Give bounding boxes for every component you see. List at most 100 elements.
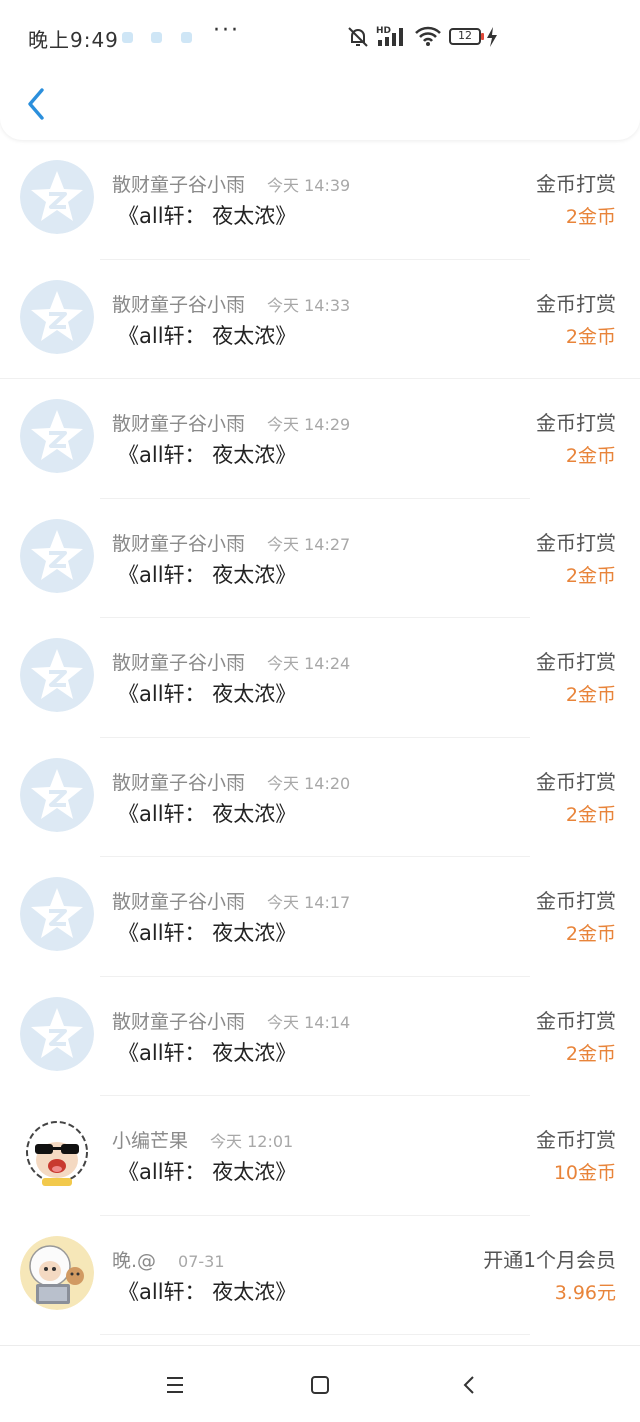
notification-icon bbox=[151, 32, 162, 43]
record-time: 今天 12:01 bbox=[210, 1132, 294, 1151]
svg-text:HD: HD bbox=[376, 26, 391, 36]
status-bar: 晚上9:49 ··· HD 12 bbox=[0, 0, 640, 76]
reward-amount: 2金币 bbox=[565, 684, 616, 706]
sender-name[interactable]: 小编芒果 bbox=[112, 1130, 188, 1152]
signal-icon: HD bbox=[376, 26, 403, 46]
system-nav-bar bbox=[0, 1345, 640, 1422]
wifi-icon bbox=[415, 26, 441, 46]
sender-name[interactable]: 晚.@ bbox=[112, 1250, 156, 1272]
sender-line: 散财童子谷小雨 今天 14:24 bbox=[112, 648, 350, 675]
record-time: 今天 14:17 bbox=[267, 893, 351, 912]
reward-type: 金币打赏 bbox=[536, 172, 616, 196]
work-title: 《all轩： 夜太浓》 bbox=[118, 801, 297, 826]
sender-line: 散财童子谷小雨 今天 14:29 bbox=[112, 409, 350, 436]
divider bbox=[100, 1334, 530, 1335]
record-time: 今天 14:39 bbox=[267, 176, 351, 195]
reward-amount: 10金币 bbox=[553, 1162, 616, 1184]
record-time: 今天 14:20 bbox=[267, 773, 351, 793]
sender-line: 散财童子谷小雨 今天 14:27 bbox=[112, 529, 350, 556]
qzone-star-icon[interactable] bbox=[20, 877, 94, 951]
qzone-star-icon[interactable] bbox=[20, 757, 94, 832]
work-title: 《all轩： 夜太浓》 bbox=[118, 204, 297, 228]
reward-amount: 2金币 bbox=[565, 803, 616, 826]
notification-icon bbox=[181, 32, 192, 43]
sender-name[interactable]: 散财童子谷小雨 bbox=[112, 652, 245, 674]
qzone-star-icon[interactable] bbox=[20, 638, 94, 712]
record-time: 今天 14:27 bbox=[267, 534, 351, 554]
notification-icon bbox=[122, 32, 133, 43]
sender-line: 小编芒果 今天 12:01 bbox=[112, 1126, 293, 1153]
reward-type: 开通1个月会员 bbox=[483, 1247, 616, 1272]
back-nav-icon[interactable] bbox=[455, 1370, 485, 1400]
top-bar: 晚上9:49 ··· HD 12 bbox=[0, 0, 640, 140]
qzone-star-icon[interactable] bbox=[20, 518, 94, 593]
sender-name[interactable]: 散财童子谷小雨 bbox=[112, 772, 245, 794]
sender-name[interactable]: 散财童子谷小雨 bbox=[112, 891, 245, 913]
record-time: 07-31 bbox=[178, 1251, 225, 1271]
work-title: 《all轩： 夜太浓》 bbox=[118, 443, 297, 467]
record-row[interactable]: 散财童子谷小雨 今天 14:27 《all轩： 夜太浓》 金币打赏 2金币 bbox=[0, 499, 640, 618]
record-time: 今天 14:24 bbox=[267, 654, 351, 673]
sender-name[interactable]: 散财童子谷小雨 bbox=[112, 1011, 245, 1033]
reward-type: 金币打赏 bbox=[536, 1008, 616, 1033]
record-row[interactable]: 散财童子谷小雨 今天 14:24 《all轩： 夜太浓》 金币打赏 2金币 bbox=[0, 618, 640, 738]
reward-type: 金币打赏 bbox=[536, 530, 616, 555]
qzone-star-icon[interactable] bbox=[20, 160, 94, 234]
reward-records-list: 散财童子谷小雨 今天 14:39 《all轩： 夜太浓》 金币打赏 2金币 散财童子谷小雨… bbox=[0, 140, 640, 1335]
reward-amount: 2金币 bbox=[565, 325, 616, 348]
record-row[interactable]: 散财童子谷小雨 今天 14:17 《all轩： 夜太浓》 金币打赏 2金币 bbox=[0, 857, 640, 977]
reward-amount: 2金币 bbox=[565, 445, 616, 467]
reward-amount: 2金币 bbox=[565, 1042, 616, 1065]
battery-level: 12 bbox=[458, 29, 472, 42]
record-time: 今天 14:29 bbox=[267, 415, 351, 434]
reward-type: 金币打赏 bbox=[536, 1128, 616, 1152]
sender-name[interactable]: 散财童子谷小雨 bbox=[112, 413, 245, 435]
menu-nav-icon[interactable] bbox=[160, 1370, 190, 1400]
work-title: 《all轩： 夜太浓》 bbox=[118, 682, 297, 706]
sender-line: 散财童子谷小雨 今天 14:20 bbox=[112, 768, 350, 795]
sender-line: 散财童子谷小雨 今天 14:39 bbox=[112, 170, 350, 197]
avatar[interactable] bbox=[20, 1116, 94, 1190]
work-title: 《all轩： 夜太浓》 bbox=[118, 323, 297, 348]
battery-tip bbox=[481, 33, 484, 40]
battery-icon: 12 bbox=[449, 28, 481, 45]
sender-line: 散财童子谷小雨 今天 14:14 bbox=[112, 1007, 350, 1034]
record-row[interactable]: 散财童子谷小雨 今天 14:33 《all轩： 夜太浓》 金币打赏 2金币 bbox=[0, 260, 640, 379]
sender-name[interactable]: 散财童子谷小雨 bbox=[112, 533, 245, 555]
reward-amount: 3.96元 bbox=[554, 1281, 616, 1304]
sender-name[interactable]: 散财童子谷小雨 bbox=[112, 294, 245, 316]
reward-type: 金币打赏 bbox=[536, 650, 616, 674]
record-row[interactable]: 散财童子谷小雨 今天 14:14 《all轩： 夜太浓》 金币打赏 2金币 bbox=[0, 977, 640, 1096]
qzone-star-icon[interactable] bbox=[20, 399, 94, 473]
work-title: 《all轩： 夜太浓》 bbox=[118, 562, 297, 587]
work-title: 《all轩： 夜太浓》 bbox=[118, 1040, 297, 1065]
record-row[interactable]: 散财童子谷小雨 今天 14:39 《all轩： 夜太浓》 金币打赏 2金币 bbox=[0, 140, 640, 260]
sender-name[interactable]: 散财童子谷小雨 bbox=[112, 174, 245, 196]
work-title: 《all轩： 夜太浓》 bbox=[118, 921, 297, 945]
reward-amount: 2金币 bbox=[565, 564, 616, 587]
sender-line: 晚.@ 07-31 bbox=[112, 1246, 225, 1273]
qzone-star-icon[interactable] bbox=[20, 279, 94, 354]
record-row[interactable]: 小编芒果 今天 12:01 《all轩： 夜太浓》 金币打赏 10金币 bbox=[0, 1096, 640, 1216]
reward-amount: 2金币 bbox=[565, 923, 616, 945]
work-title: 《all轩： 夜太浓》 bbox=[118, 1279, 297, 1304]
record-row[interactable]: 散财童子谷小雨 今天 14:20 《all轩： 夜太浓》 金币打赏 2金币 bbox=[0, 738, 640, 857]
sender-line: 散财童子谷小雨 今天 14:33 bbox=[112, 290, 350, 317]
record-time: 今天 14:14 bbox=[267, 1012, 351, 1032]
home-nav-icon[interactable] bbox=[305, 1370, 335, 1400]
record-time: 今天 14:33 bbox=[267, 295, 351, 315]
back-arrow-icon[interactable] bbox=[22, 86, 54, 122]
record-row[interactable]: 晚.@ 07-31 《all轩： 夜太浓》 开通1个月会员 3.96元 bbox=[0, 1216, 640, 1335]
more-notifications-icon: ··· bbox=[213, 18, 240, 43]
reward-type: 金币打赏 bbox=[536, 291, 616, 316]
reward-type: 金币打赏 bbox=[536, 889, 616, 913]
charging-icon bbox=[487, 27, 497, 47]
mute-bell-icon bbox=[348, 27, 368, 47]
work-title: 《all轩： 夜太浓》 bbox=[118, 1160, 297, 1184]
reward-amount: 2金币 bbox=[565, 206, 616, 228]
avatar[interactable] bbox=[20, 1235, 94, 1310]
qzone-star-icon[interactable] bbox=[20, 996, 94, 1071]
reward-type: 金币打赏 bbox=[536, 411, 616, 435]
record-row[interactable]: 散财童子谷小雨 今天 14:29 《all轩： 夜太浓》 金币打赏 2金币 bbox=[0, 379, 640, 499]
reward-type: 金币打赏 bbox=[536, 769, 616, 794]
